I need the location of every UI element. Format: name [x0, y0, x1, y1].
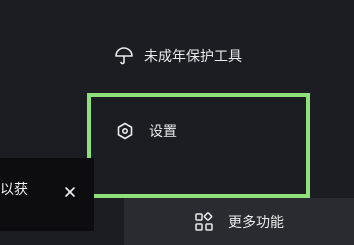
settings-item[interactable]: 设置 — [116, 118, 177, 144]
toast-popup: 以获 — [0, 158, 94, 231]
youth-protection-tool-label: 未成年保护工具 — [144, 49, 242, 65]
grid-apps-icon — [195, 211, 213, 231]
umbrella-icon — [115, 47, 133, 65]
youth-protection-tool-item[interactable]: 未成年保护工具 — [114, 43, 242, 69]
hexagon-settings-icon — [117, 122, 133, 140]
close-icon[interactable] — [63, 185, 77, 199]
more-functions-button[interactable]: 更多功能 — [124, 198, 354, 245]
settings-label: 设置 — [149, 124, 177, 140]
toast-text: 以获 — [0, 182, 28, 198]
more-functions-label: 更多功能 — [228, 214, 284, 231]
